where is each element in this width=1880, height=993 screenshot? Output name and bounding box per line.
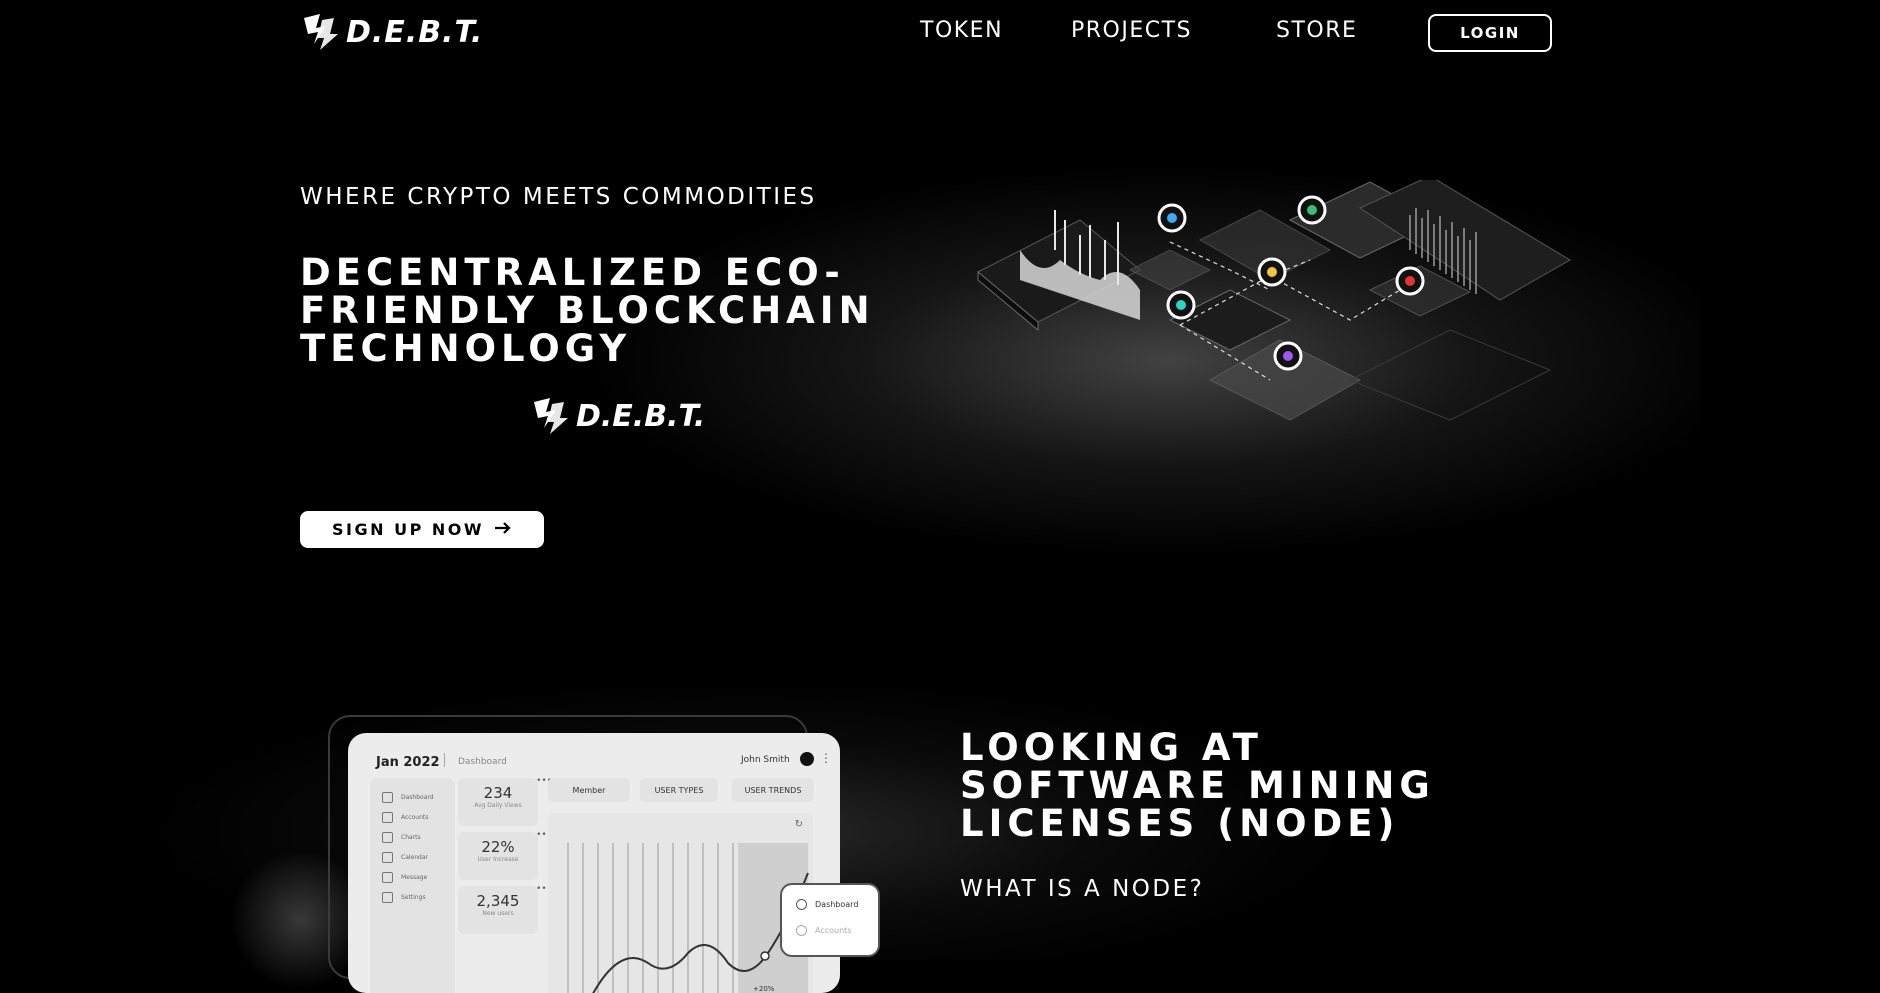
mock-tab-member: Member bbox=[548, 778, 630, 802]
sign-up-button[interactable]: SIGN UP NOW bbox=[300, 511, 544, 548]
refresh-icon: ↻ bbox=[794, 819, 803, 830]
avatar bbox=[800, 752, 814, 766]
mock-stat-card: 234 Avg Daily Views ••• bbox=[458, 776, 552, 826]
section-subtitle: WHAT IS A NODE? bbox=[960, 876, 1205, 902]
mock-tab-user-trends: USER TRENDS bbox=[732, 778, 814, 802]
mock-chart-annotation: +20% bbox=[753, 985, 775, 993]
charts-icon bbox=[382, 832, 393, 843]
calendar-icon bbox=[382, 852, 393, 863]
hero-title-line: TECHNOLOGY bbox=[300, 327, 632, 370]
accounts-icon bbox=[382, 812, 393, 823]
section-title-line: LICENSES (NODE) bbox=[960, 802, 1400, 845]
settings-icon bbox=[382, 892, 393, 903]
mock-user-name: John Smith bbox=[741, 755, 790, 765]
accounts-icon bbox=[796, 925, 807, 936]
login-button[interactable]: LOGIN bbox=[1428, 14, 1552, 52]
hero-title-line: DECENTRALIZED ECO- bbox=[300, 251, 845, 294]
mock-sidebar-item: Calendar bbox=[382, 852, 428, 863]
debt-logo-mark-icon bbox=[300, 14, 340, 50]
mock-popup-item: Accounts bbox=[796, 925, 851, 936]
mock-sidebar: Dashboard Accounts Charts Calendar Messa… bbox=[370, 778, 455, 993]
hero-logo: D.E.B.T. bbox=[530, 398, 705, 434]
mock-popup-item: Dashboard bbox=[796, 899, 858, 910]
mock-stat-card: 2,345 New users ••• bbox=[458, 884, 552, 934]
logo-text: D.E.B.T. bbox=[346, 14, 484, 50]
mock-sidebar-item: Accounts bbox=[382, 812, 428, 823]
nav-store[interactable]: STORE bbox=[1276, 18, 1386, 43]
sign-up-label: SIGN UP NOW bbox=[332, 520, 484, 539]
dashboard-mockup: Jan 2022 Dashboard John Smith ⋮ Dashboar… bbox=[348, 733, 840, 993]
mock-breadcrumb: Dashboard bbox=[458, 757, 507, 767]
logo-text: D.E.B.T. bbox=[576, 398, 706, 434]
message-icon bbox=[382, 872, 393, 883]
nav-projects[interactable]: PROJECTS bbox=[1071, 18, 1231, 43]
mock-stat-card: 22% User Increase ••• bbox=[458, 830, 552, 880]
hero-title-line: FRIENDLY BLOCKCHAIN bbox=[300, 289, 875, 332]
hero-title: DECENTRALIZED ECO- FRIENDLY BLOCKCHAIN T… bbox=[300, 254, 940, 368]
isometric-network-illustration bbox=[977, 180, 1571, 421]
nav-token[interactable]: TOKEN bbox=[920, 18, 1040, 43]
debt-logo-mark-icon bbox=[530, 398, 570, 434]
dashboard-icon bbox=[796, 899, 807, 910]
mock-separator bbox=[444, 753, 445, 767]
mock-sidebar-item: Charts bbox=[382, 832, 421, 843]
section-title-line: LOOKING AT bbox=[960, 726, 1263, 769]
section-title-line: SOFTWARE MINING bbox=[960, 764, 1435, 807]
mock-line-chart: +20% ↻ bbox=[548, 813, 813, 993]
more-vertical-icon: ⋮ bbox=[820, 751, 832, 765]
section-title: LOOKING AT SOFTWARE MINING LICENSES (NOD… bbox=[960, 729, 1520, 843]
mock-sidebar-item: Dashboard bbox=[382, 792, 434, 803]
mock-date: Jan 2022 bbox=[376, 755, 440, 770]
mock-popup-menu: Dashboard Accounts bbox=[782, 885, 878, 955]
mock-sidebar-item: Message bbox=[382, 872, 427, 883]
hero-eyebrow: WHERE CRYPTO MEETS COMMODITIES bbox=[300, 184, 817, 210]
mock-tab-user-types: USER TYPES bbox=[640, 778, 718, 802]
arrow-right-icon bbox=[494, 520, 512, 539]
header-logo[interactable]: D.E.B.T. bbox=[300, 14, 483, 50]
mock-sidebar-item: Settings bbox=[382, 892, 426, 903]
dashboard-icon bbox=[382, 792, 393, 803]
